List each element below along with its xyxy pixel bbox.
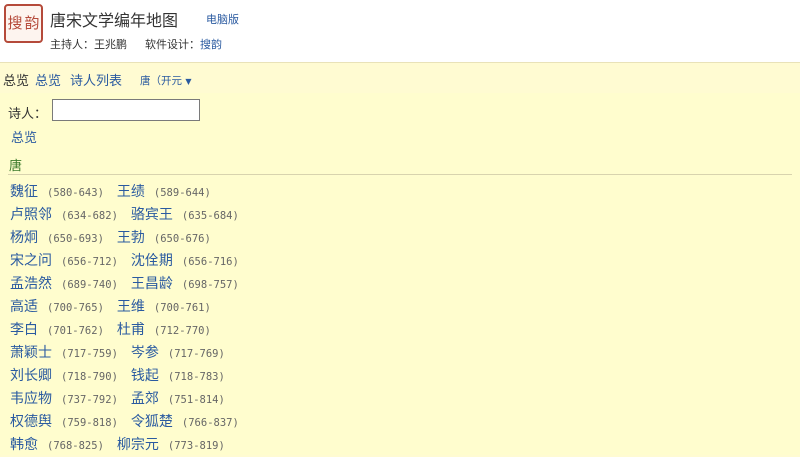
- poet-name-link[interactable]: 孟浩然: [10, 276, 52, 292]
- poet-years: (766-837): [181, 417, 239, 429]
- poet-name-link[interactable]: 宋之问: [10, 253, 52, 269]
- poet-panel: 诗人： 总览 唐 魏征 (580-643) 王绩 (589-644) 卢照邻 (634-6…: [0, 93, 800, 455]
- poet-name-link[interactable]: 令狐楚: [131, 414, 173, 430]
- poet-row: 韦应物 (737-792) 孟郊 (751-814): [10, 388, 239, 411]
- poet-row: 萧颖士 (717-759) 岑参 (717-769): [10, 342, 239, 365]
- poet-years: (718-790): [61, 371, 118, 383]
- poet-name-link[interactable]: 高适: [10, 299, 38, 315]
- poet-name-link[interactable]: 王勃: [117, 230, 145, 246]
- dynasty-heading: 唐: [9, 159, 23, 174]
- dropdown-arrow-icon: ▼: [185, 77, 192, 86]
- poet-name-link[interactable]: 韦应物: [10, 391, 52, 407]
- poet-name-link[interactable]: 骆宾王: [131, 207, 173, 223]
- poet-search-input[interactable]: [52, 99, 200, 121]
- poet-row: 李白 (701-762) 杜甫 (712-770): [10, 319, 239, 342]
- poet-row: 权德舆 (759-818) 令狐楚 (766-837): [10, 411, 239, 434]
- poet-name-link[interactable]: 卢照邻: [10, 207, 52, 223]
- divider: [8, 174, 792, 175]
- poet-years: (656-716): [181, 256, 239, 268]
- poet-years: (634-682): [61, 210, 118, 222]
- poet-years: (589-644): [153, 187, 211, 199]
- poet-name-link[interactable]: 岑参: [131, 345, 159, 361]
- seal-char: 韵: [24, 14, 40, 32]
- poet-name-link[interactable]: 萧颖士: [10, 345, 52, 361]
- poet-years: (635-684): [181, 210, 239, 222]
- credits: 主持人：王兆鹏 软件设计：搜韵: [50, 36, 222, 52]
- poet-name-link[interactable]: 沈佺期: [131, 253, 173, 269]
- poet-years: (717-759): [61, 348, 118, 360]
- dynasty-dropdown-label: 唐（开元: [140, 75, 182, 87]
- poet-name-link[interactable]: 钱起: [131, 368, 159, 384]
- poet-years: (700-761): [153, 302, 211, 314]
- poet-name-link[interactable]: 权德舆: [10, 414, 52, 430]
- poet-years: (700-765): [47, 302, 104, 314]
- poet-name-link[interactable]: 王绩: [117, 184, 145, 200]
- poet-search-label: 诗人：: [8, 107, 48, 122]
- poet-name-link[interactable]: 杨炯: [10, 230, 38, 246]
- poet-years: (701-762): [47, 325, 104, 337]
- host-label: 主持人：王兆鹏: [50, 38, 127, 51]
- nav-overview-link[interactable]: 总览: [35, 70, 61, 89]
- poet-row: 魏征 (580-643) 王绩 (589-644): [10, 181, 239, 204]
- poet-name-link[interactable]: 魏征: [10, 184, 38, 200]
- nav-overview-current: 总览: [3, 74, 30, 89]
- poet-years: (689-740): [61, 279, 118, 291]
- poet-years: (712-770): [153, 325, 211, 337]
- poet-years: (768-825): [47, 440, 104, 452]
- poet-row: 刘长卿 (718-790) 钱起 (718-783): [10, 365, 239, 388]
- designer-label: 软件设计：: [145, 38, 200, 51]
- poet-row: 卢照邻 (634-682) 骆宾王 (635-684): [10, 204, 239, 227]
- poet-years: (717-769): [167, 348, 225, 360]
- poet-row: 杨炯 (650-693) 王勃 (650-676): [10, 227, 239, 250]
- poet-name-link[interactable]: 柳宗元: [117, 437, 159, 453]
- poet-name-link[interactable]: 刘长卿: [10, 368, 52, 384]
- poet-name-link[interactable]: 王昌龄: [131, 276, 173, 292]
- poet-name-link[interactable]: 杜甫: [117, 322, 145, 338]
- seal-logo: 搜 韵: [4, 4, 43, 43]
- poet-name-link[interactable]: 李白: [10, 322, 38, 338]
- poet-list: 魏征 (580-643) 王绩 (589-644) 卢照邻 (634-682) 骆宾王 (63…: [10, 181, 239, 457]
- poet-years: (656-712): [61, 256, 118, 268]
- poet-years: (737-792): [61, 394, 118, 406]
- seal-char: 搜: [7, 14, 23, 32]
- poet-row: 孟浩然 (689-740) 王昌龄 (698-757): [10, 273, 239, 296]
- poet-years: (759-818): [61, 417, 118, 429]
- poet-years: (580-643): [47, 187, 104, 199]
- poet-years: (650-676): [153, 233, 211, 245]
- designer-link[interactable]: 搜韵: [200, 38, 222, 51]
- poet-row: 高适 (700-765) 王维 (700-761): [10, 296, 239, 319]
- poet-years: (650-693): [47, 233, 104, 245]
- nav-poet-list-link[interactable]: 诗人列表: [70, 70, 122, 89]
- poet-name-link[interactable]: 韩愈: [10, 437, 38, 453]
- poet-name-link[interactable]: 孟郊: [131, 391, 159, 407]
- app-header: 搜 韵 唐宋文学编年地图 电脑版 主持人：王兆鹏 软件设计：搜韵: [0, 0, 800, 63]
- poet-years: (718-783): [167, 371, 225, 383]
- poet-years: (698-757): [181, 279, 239, 291]
- poet-name-link[interactable]: 王维: [117, 299, 145, 315]
- poet-years: (751-814): [167, 394, 225, 406]
- top-nav: 总览 总览 诗人列表 唐（开元 ▼: [0, 63, 800, 93]
- site-title: 唐宋文学编年地图: [50, 11, 179, 30]
- poet-years: (773-819): [167, 440, 225, 452]
- desktop-edition-link[interactable]: 电脑版: [206, 11, 239, 27]
- poet-row: 韩愈 (768-825) 柳宗元 (773-819): [10, 434, 239, 457]
- poet-row: 宋之问 (656-712) 沈佺期 (656-716): [10, 250, 239, 273]
- dynasty-dropdown[interactable]: 唐（开元 ▼: [140, 73, 192, 88]
- panel-overview-link[interactable]: 总览: [11, 127, 37, 146]
